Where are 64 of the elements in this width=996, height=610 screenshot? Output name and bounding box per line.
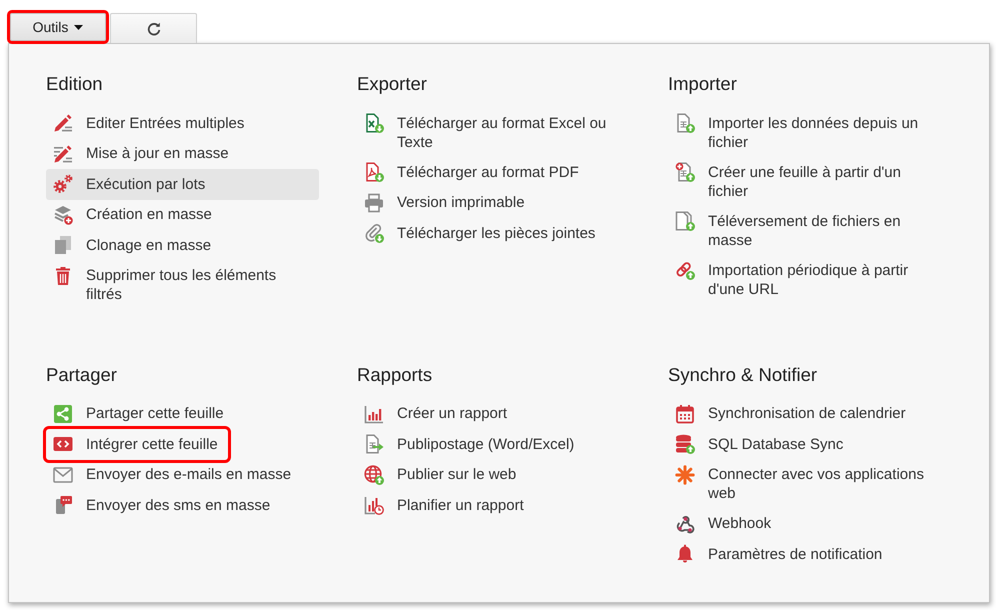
code-icon xyxy=(53,434,73,454)
share-icon xyxy=(53,404,73,424)
copies-icon xyxy=(53,235,73,255)
pencil-list-icon xyxy=(53,144,73,164)
tools-dropdown-button[interactable]: Outils xyxy=(10,13,106,41)
envelope-icon xyxy=(53,464,73,484)
menu-item[interactable]: Partager cette feuille xyxy=(46,398,319,429)
menu-item[interactable]: Version imprimable xyxy=(357,188,630,218)
menu-item[interactable]: Clonage en masse xyxy=(46,230,319,260)
menu-item[interactable]: Synchronisation de calendrier xyxy=(668,398,941,429)
menu-item[interactable]: Envoyer des sms en masse xyxy=(46,490,319,520)
database-upload-icon xyxy=(675,434,695,454)
refresh-icon xyxy=(146,22,160,36)
menu-item[interactable]: Publipostage (Word/Excel) xyxy=(357,429,630,460)
caret-icon xyxy=(74,24,84,30)
printer-icon xyxy=(364,192,384,212)
section-heading: Importer xyxy=(668,73,737,95)
calendar-icon xyxy=(675,404,695,424)
menu-item[interactable]: Importation périodique à partir d'une URL xyxy=(668,255,941,304)
menu-item[interactable]: Planifier un rapport xyxy=(357,490,630,520)
section-heading: Rapports xyxy=(357,364,432,386)
menu-item[interactable]: Créer une feuille à partir d'un fichier xyxy=(668,157,941,206)
spreadsheet-download-icon xyxy=(364,113,384,133)
menu-item[interactable]: Télécharger au format PDF xyxy=(357,157,630,188)
file-plus-upload-icon xyxy=(675,162,695,182)
phone-chat-icon xyxy=(53,495,73,515)
trash-icon xyxy=(53,266,73,286)
paperclip-download-icon xyxy=(364,223,384,243)
pencil-lines-icon xyxy=(53,113,73,133)
bell-icon xyxy=(675,544,695,564)
menu-item[interactable]: Supprimer tous les éléments filtrés xyxy=(46,260,319,310)
menu-item[interactable]: Publier sur le web xyxy=(357,460,630,490)
file-arrow-icon xyxy=(364,434,384,454)
webhook-icon xyxy=(675,514,695,534)
link-upload-icon xyxy=(675,260,695,280)
menu-item[interactable]: SQL Database Sync xyxy=(668,429,941,460)
menu-item[interactable]: Téléversement de fichiers en masse xyxy=(668,206,941,255)
menu-item[interactable]: Paramètres de notification xyxy=(668,539,941,570)
chart-clock-icon xyxy=(364,495,384,515)
menu-item[interactable]: Editer Entrées multiples xyxy=(46,108,319,138)
bar-chart-icon xyxy=(364,404,384,424)
menu-item[interactable]: Exécution par lots xyxy=(46,169,319,200)
section-heading: Partager xyxy=(46,364,117,386)
section-heading: Exporter xyxy=(357,73,427,95)
file-upload-icon xyxy=(675,113,695,133)
files-upload-icon xyxy=(675,211,695,231)
menu-item[interactable]: Télécharger au format Excel ou Texte xyxy=(357,108,630,157)
pdf-download-icon xyxy=(364,162,384,182)
menu-item[interactable]: Envoyer des e-mails en masse xyxy=(46,460,319,490)
menu-item[interactable]: Importer les données depuis un fichier xyxy=(668,108,941,157)
section-heading: Synchro & Notifier xyxy=(668,364,818,386)
menu-item[interactable]: Webhook xyxy=(668,508,941,539)
asterisk-icon xyxy=(675,464,695,484)
layers-plus-icon xyxy=(53,204,73,224)
menu-item[interactable]: Télécharger les pièces jointes xyxy=(357,218,630,248)
menu-item[interactable]: Création en masse xyxy=(46,200,319,230)
menu-item[interactable]: Intégrer cette feuille xyxy=(46,429,228,460)
section-heading: Edition xyxy=(46,73,103,95)
globe-upload-icon xyxy=(364,464,384,484)
menu-item[interactable]: Connecter avec vos applications web xyxy=(668,460,941,508)
refresh-button[interactable] xyxy=(110,13,197,43)
menu-item[interactable]: Mise à jour en masse xyxy=(46,138,319,169)
gears-icon xyxy=(53,174,73,194)
menu-item[interactable]: Créer un rapport xyxy=(357,398,630,429)
